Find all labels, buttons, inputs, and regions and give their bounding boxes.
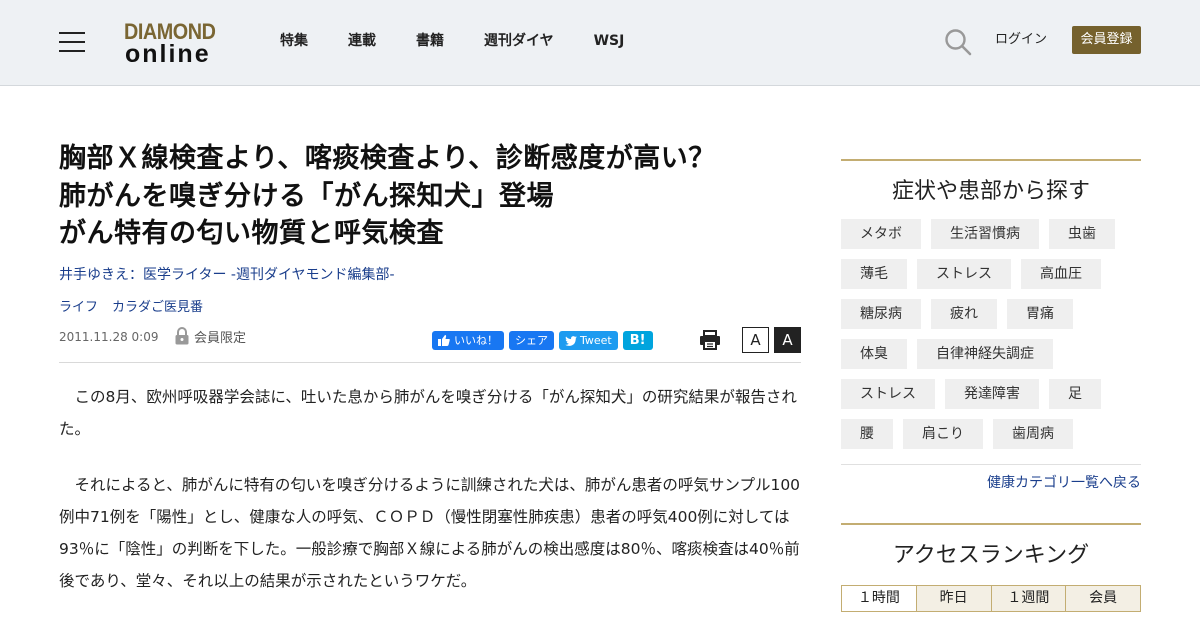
article-divider (59, 362, 801, 363)
symptoms-title: 症状や患部から探す (891, 179, 1090, 204)
symptom-tag[interactable]: 薄毛 (841, 259, 907, 289)
main-nav: 特集 連載 書籍 週刊ダイヤ WSJ (280, 30, 664, 52)
nav-item-rensai[interactable]: 連載 (348, 30, 376, 52)
ranking-panel: アクセスランキング １時間 昨日 １週間 会員 (841, 523, 1141, 630)
symptom-tag[interactable]: 肩こり (903, 419, 983, 449)
symptom-tag[interactable]: 発達障害 (945, 379, 1039, 409)
symptom-tag[interactable]: 生活習慣病 (931, 219, 1039, 249)
tweet-button[interactable]: Tweet (559, 331, 618, 350)
site-logo[interactable]: DIAMOND online (124, 20, 228, 68)
article-title: 胸部Ｘ線検査より、喀痰検査より、診断感度が高い？ 肺がんを嗅ぎ分ける「がん探知犬… (59, 140, 799, 253)
symptoms-panel: 症状や患部から探す メタボ 生活習慣病 虫歯 薄毛 ストレス 高血圧 糖尿病 疲… (841, 159, 1141, 465)
font-size-small-button[interactable]: A (742, 327, 769, 353)
category-links: ライフ カラダご医見番 (59, 299, 217, 317)
members-only-label: 会員限定 (194, 330, 247, 346)
twitter-bird-icon (565, 335, 577, 346)
symptom-tag[interactable]: 胃痛 (1007, 299, 1073, 329)
symptom-tag[interactable]: メタボ (841, 219, 921, 249)
title-line-2: 肺がんを嗅ぎ分ける「がん探知犬」登場 (59, 180, 554, 212)
ranking-tabs: １時間 昨日 １週間 会員 (841, 585, 1141, 612)
symptom-tag[interactable]: 体臭 (841, 339, 907, 369)
symptom-tag[interactable]: 歯周病 (993, 419, 1073, 449)
symptom-tag[interactable]: 自律神経失調症 (917, 339, 1053, 369)
symptom-tag[interactable]: 腰 (841, 419, 893, 449)
login-link[interactable]: ログイン (995, 31, 1047, 49)
facebook-share-button[interactable]: シェア (509, 331, 554, 350)
like-label: いいね！ (454, 334, 498, 347)
category-life[interactable]: ライフ (59, 299, 98, 317)
nav-item-tokushu[interactable]: 特集 (280, 30, 308, 52)
health-category-back-link[interactable]: 健康カテゴリ一覧へ戻る (987, 473, 1141, 493)
publish-date: 2011.11.28 0:09 (59, 330, 159, 344)
nav-item-shoseki[interactable]: 書籍 (416, 30, 444, 52)
font-size-large-button[interactable]: A (774, 327, 801, 353)
tab-1week[interactable]: １週間 (990, 586, 1066, 611)
symptom-tag[interactable]: 高血圧 (1021, 259, 1101, 289)
author-link[interactable]: 井手ゆきえ：医学ライター -週刊ダイヤモンド編集部- (59, 265, 395, 285)
symptom-tags: メタボ 生活習慣病 虫歯 薄毛 ストレス 高血圧 糖尿病 疲れ 胃痛 体臭 自律… (841, 219, 1141, 459)
lock-icon (175, 327, 189, 345)
article-body: この8月、欧州呼吸器学会誌に、吐いた息から肺がんを嗅ぎ分ける「がん探知犬」の研究… (59, 381, 801, 621)
symptom-tag[interactable]: 疲れ (931, 299, 997, 329)
thumbs-up-icon (438, 335, 450, 346)
nav-item-weekly[interactable]: 週刊ダイヤ (484, 30, 554, 52)
search-icon[interactable] (944, 28, 972, 56)
ranking-title: アクセスランキング (892, 543, 1090, 568)
category-karada[interactable]: カラダご医見番 (112, 299, 203, 317)
facebook-like-button[interactable]: いいね！ (432, 331, 504, 350)
paragraph-2: それによると、肺がんに特有の匂いを嗅ぎ分けるように訓練された犬は、肺がん患者の呼… (59, 476, 801, 590)
tab-yesterday[interactable]: 昨日 (915, 586, 991, 611)
symptom-tag[interactable]: 虫歯 (1049, 219, 1115, 249)
register-button[interactable]: 会員登録 (1072, 26, 1141, 54)
site-header: DIAMOND online 特集 連載 書籍 週刊ダイヤ WSJ ログイン 会… (0, 0, 1200, 86)
title-line-3: がん特有の匂い物質と呼気検査 (59, 218, 444, 249)
tab-members[interactable]: 会員 (1065, 586, 1140, 611)
paragraph-1: この8月、欧州呼吸器学会誌に、吐いた息から肺がんを嗅ぎ分ける「がん探知犬」の研究… (59, 388, 797, 438)
print-icon[interactable] (699, 329, 721, 351)
share-buttons: いいね！ シェア Tweet B! (432, 331, 658, 350)
symptom-tag[interactable]: 足 (1049, 379, 1101, 409)
nav-item-wsj[interactable]: WSJ (594, 30, 625, 52)
symptom-tag[interactable]: ストレス (841, 379, 935, 409)
title-line-1: 胸部Ｘ線検査より、喀痰検査より、診断感度が高い？ (59, 143, 716, 174)
logo-bottom-text: online (125, 40, 211, 68)
tweet-label: Tweet (580, 334, 612, 347)
symptom-tag[interactable]: 糖尿病 (841, 299, 921, 329)
menu-icon[interactable] (59, 32, 85, 52)
symptom-tag[interactable]: ストレス (917, 259, 1011, 289)
members-only-badge: 会員限定 (174, 326, 246, 346)
tab-1hour[interactable]: １時間 (842, 586, 916, 611)
hatena-bookmark-button[interactable]: B! (622, 331, 653, 350)
